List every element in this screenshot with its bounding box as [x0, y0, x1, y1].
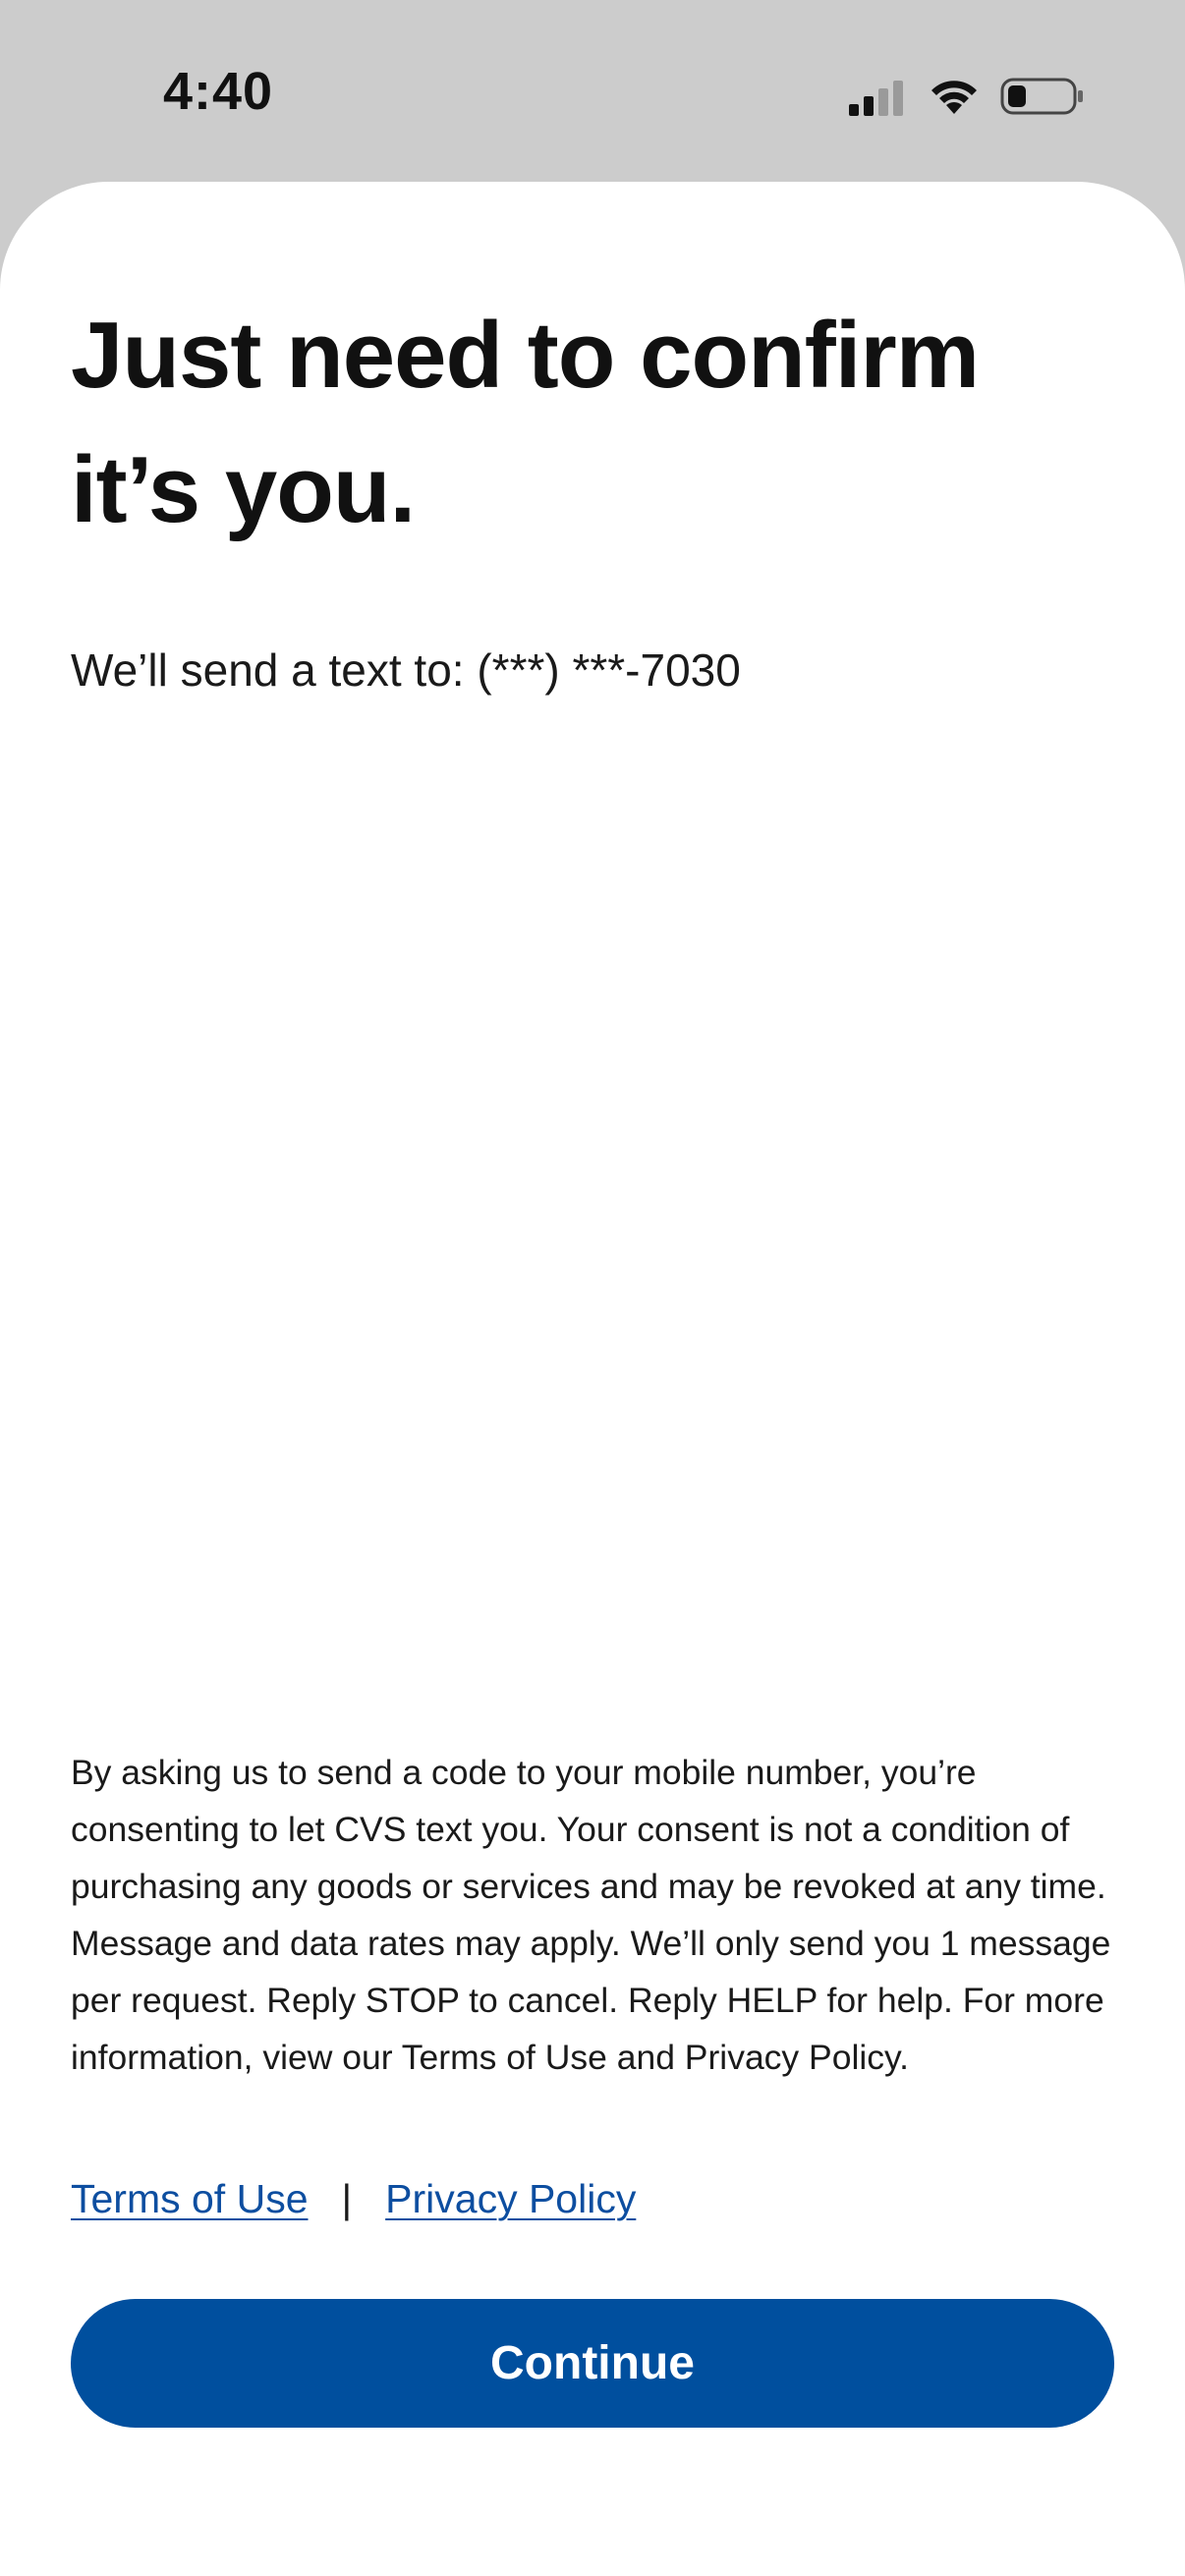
- terms-of-use-link[interactable]: Terms of Use: [71, 2176, 309, 2221]
- consent-text: By asking us to send a code to your mobi…: [71, 1753, 1111, 2077]
- page-title: Just need to confirm it’s you.: [71, 303, 980, 542]
- battery-icon: [1000, 78, 1083, 115]
- status-time: 4:40: [163, 62, 274, 121]
- send-text-label: We’ll send a text to: (***) ***-7030: [71, 644, 741, 696]
- continue-button[interactable]: Continue: [71, 2299, 1114, 2428]
- wifi-icon: [931, 81, 977, 114]
- signal-icon: [849, 81, 903, 116]
- legal-links: Terms of Use | Privacy Policy: [71, 2176, 636, 2235]
- status-bar: 4:40: [0, 0, 1185, 182]
- link-separator: |: [341, 2176, 353, 2221]
- privacy-policy-link[interactable]: Privacy Policy: [385, 2176, 636, 2221]
- status-icons: [847, 71, 1083, 120]
- screen: 4:40 Just need to confirm it’s you. We’l…: [0, 0, 1185, 2576]
- confirm-sheet: Just need to confirm it’s you. We’ll sen…: [0, 182, 1185, 2576]
